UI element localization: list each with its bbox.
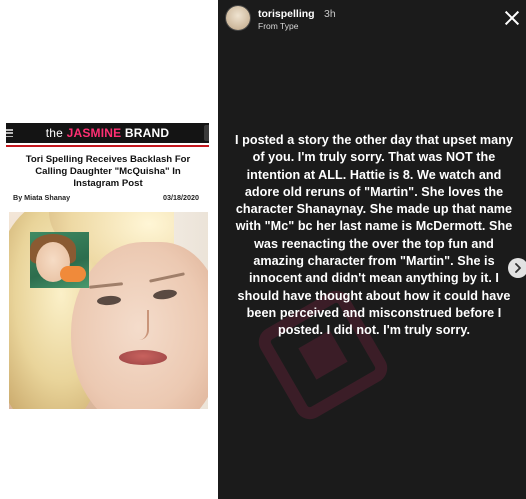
close-icon[interactable] xyxy=(504,10,520,26)
article-screenshot: the JASMINE BRAND Tori Spelling Receives… xyxy=(0,0,215,499)
inset-hand xyxy=(60,266,86,282)
instagram-story: torispelling 3h From Type I posted a sto… xyxy=(218,0,526,499)
story-timestamp: 3h xyxy=(324,8,336,20)
avatar[interactable] xyxy=(226,6,250,30)
story-username[interactable]: torispelling xyxy=(258,8,315,20)
article-photo xyxy=(9,212,208,409)
site-logo[interactable]: the JASMINE BRAND xyxy=(46,126,169,140)
story-text: I posted a story the other day that upse… xyxy=(234,133,513,338)
hamburger-icon[interactable] xyxy=(6,129,13,138)
next-story-button[interactable] xyxy=(508,258,526,278)
brand-prefix: the xyxy=(45,126,64,140)
header-edge-tab[interactable] xyxy=(204,125,209,141)
brand-name-pink: JASMINE xyxy=(66,126,122,140)
photo-lips xyxy=(119,350,167,365)
photo-nose xyxy=(129,310,149,340)
site-header: the JASMINE BRAND xyxy=(6,123,209,143)
chevron-right-icon xyxy=(515,263,521,273)
story-subtitle: From Type xyxy=(258,21,299,31)
article-headline[interactable]: Tori Spelling Receives Backlash For Call… xyxy=(12,154,204,190)
inset-photo xyxy=(30,232,89,288)
article-date: 03/18/2020 xyxy=(163,193,199,202)
header-divider xyxy=(6,145,209,147)
article-byline: By Miata Shanay xyxy=(13,193,71,202)
brand-name-white: BRAND xyxy=(124,126,170,140)
